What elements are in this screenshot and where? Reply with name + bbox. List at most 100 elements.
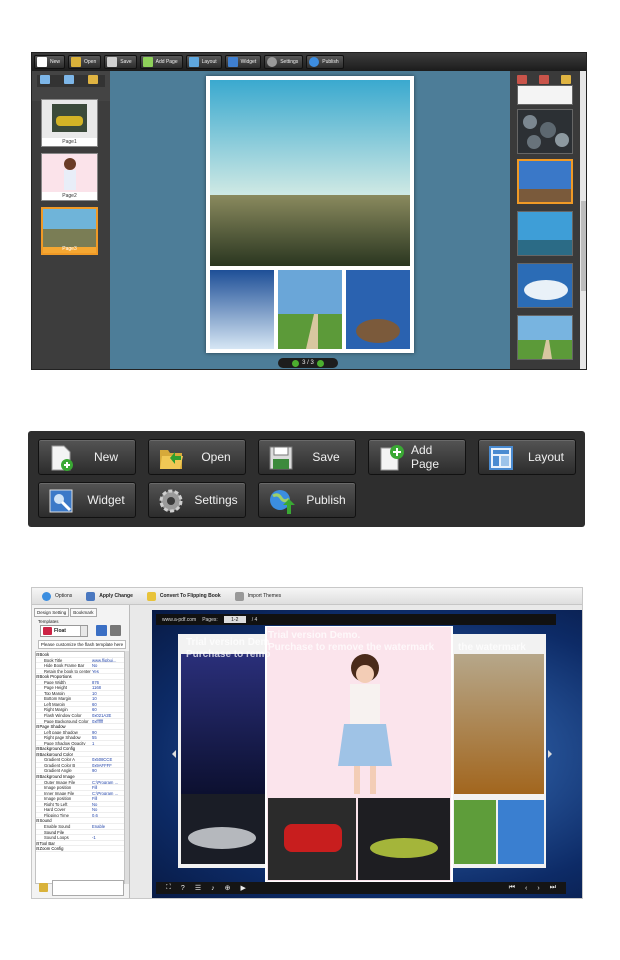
property-value[interactable]: 0x021A2E	[92, 713, 124, 718]
property-value[interactable]	[92, 830, 124, 835]
export-template-icon[interactable]	[110, 625, 121, 636]
page-preview[interactable]	[206, 76, 414, 353]
layout-button[interactable]: Layout	[478, 439, 576, 475]
next-page-icon[interactable]	[316, 359, 324, 367]
prev-page-icon[interactable]: ‹	[525, 885, 527, 892]
property-value[interactable]: 10	[92, 696, 124, 701]
apply-change-menu[interactable]: Apply Change	[86, 591, 133, 601]
fullscreen-icon[interactable]: ⛶	[166, 884, 171, 892]
page-thumb-2[interactable]: Page2	[41, 153, 98, 201]
property-value[interactable]: No	[92, 807, 124, 812]
convert-menu[interactable]: Convert To Flipping Book	[146, 591, 221, 601]
add-page-button[interactable]: Add Page	[368, 439, 466, 475]
last-page-icon[interactable]: ⏭	[550, 884, 556, 892]
property-value[interactable]: -1	[92, 835, 124, 840]
insert-page-icon[interactable]	[40, 75, 50, 84]
property-value[interactable]: 1	[92, 741, 124, 746]
library-image[interactable]	[517, 85, 573, 105]
folder-icon[interactable]	[561, 75, 571, 84]
widget-button[interactable]: Widget	[38, 482, 136, 518]
property-value[interactable]: Fill	[92, 785, 124, 790]
page-thumb-1[interactable]: Page1	[41, 99, 98, 147]
editor-save-button[interactable]: Save	[104, 55, 137, 69]
property-name: Inner Image File	[44, 790, 75, 796]
help-icon[interactable]: ?	[181, 885, 185, 892]
settings-button[interactable]: Settings	[148, 482, 246, 518]
property-value[interactable]: 90	[92, 730, 124, 735]
property-value[interactable]	[92, 846, 124, 851]
description-box[interactable]	[52, 880, 124, 896]
property-value[interactable]: Enable	[92, 824, 124, 829]
editor-layout-button[interactable]: Layout	[185, 55, 222, 69]
property-value[interactable]: 0x508CCE	[92, 757, 124, 762]
tab-bookmark[interactable]: Bookmark	[70, 608, 97, 617]
property-value[interactable]: 0x9AFFFF	[92, 763, 124, 768]
editor-new-button[interactable]: New	[34, 55, 66, 69]
library-image-sky[interactable]	[517, 211, 573, 256]
property-value[interactable]: 90	[92, 768, 124, 773]
sound-icon[interactable]: ♪	[211, 885, 215, 892]
next-page-icon[interactable]: ›	[537, 885, 539, 892]
library-scrollbar[interactable]	[580, 71, 586, 369]
first-page-icon[interactable]: ⏮	[509, 884, 515, 892]
edit-image-icon[interactable]	[539, 75, 549, 84]
page-thumb-3-selected[interactable]: Page3	[41, 207, 98, 255]
editor-settings-button[interactable]: Settings	[264, 55, 304, 69]
property-value[interactable]: C:\Program ...	[92, 780, 124, 785]
editor-widget-button[interactable]: Widget	[224, 55, 262, 69]
property-value[interactable]: No	[92, 802, 124, 807]
page-input[interactable]: 1-2	[223, 616, 246, 623]
property-value[interactable]: C:\Program ...	[92, 791, 124, 796]
property-scrollbar[interactable]	[125, 651, 129, 884]
open-button[interactable]: Open	[148, 439, 246, 475]
tab-design-setting[interactable]: Design Setting	[34, 608, 70, 617]
library-image-road[interactable]	[517, 315, 573, 360]
import-themes-menu[interactable]: Import Themes	[234, 591, 281, 601]
publish-button[interactable]: Publish	[258, 482, 356, 518]
property-value[interactable]: 876	[92, 680, 124, 685]
property-value[interactable]: No	[92, 663, 124, 668]
chevron-down-icon[interactable]	[80, 626, 87, 636]
new-button[interactable]: New	[38, 439, 136, 475]
property-value[interactable]	[92, 774, 124, 779]
library-image-selected[interactable]	[517, 159, 573, 204]
property-row[interactable]: ⊟Zoom Config	[36, 846, 124, 852]
property-value[interactable]: 55	[92, 735, 124, 740]
property-value[interactable]	[92, 841, 124, 846]
property-name: Page Shadow Opacity	[44, 740, 86, 746]
add-image-icon[interactable]	[517, 75, 527, 84]
property-value[interactable]: Fill	[92, 796, 124, 801]
library-image-stones[interactable]	[517, 109, 573, 154]
autoplay-icon[interactable]: ▶	[240, 884, 245, 892]
options-menu[interactable]: Options	[42, 591, 72, 601]
templates-label: Templates	[38, 619, 59, 624]
prev-page-icon[interactable]	[292, 359, 300, 367]
property-value[interactable]: 10	[92, 691, 124, 696]
property-value[interactable]	[92, 674, 124, 679]
insert-page-after-icon[interactable]	[64, 75, 74, 84]
editor-publish-button[interactable]: Publish	[306, 55, 344, 69]
thumbnails-icon[interactable]: ☰	[195, 884, 201, 892]
editor-add-page-button[interactable]: Add Page	[139, 55, 183, 69]
template-select[interactable]: Float	[40, 625, 88, 637]
save-template-icon[interactable]	[96, 625, 107, 636]
property-value[interactable]	[92, 818, 124, 823]
library-image-clouds[interactable]	[517, 263, 573, 308]
property-value[interactable]: www.flipbui...	[92, 658, 124, 663]
delete-page-icon[interactable]	[88, 75, 98, 84]
property-value[interactable]: 60	[92, 707, 124, 712]
property-value[interactable]	[92, 652, 124, 657]
editor-open-button[interactable]: Open	[68, 55, 102, 69]
zoom-icon[interactable]: ⊕	[225, 884, 231, 892]
property-value[interactable]: 60	[92, 702, 124, 707]
property-value[interactable]	[92, 724, 124, 729]
property-value[interactable]: 0.6	[92, 813, 124, 818]
scrollbar-thumb[interactable]	[581, 201, 586, 291]
girl-thumbnail	[42, 154, 97, 192]
property-value[interactable]: 1168	[92, 685, 124, 690]
property-value[interactable]: 0xffffff	[92, 719, 124, 724]
property-value[interactable]: Yes	[92, 669, 124, 674]
property-value[interactable]	[92, 752, 124, 757]
save-button[interactable]: Save	[258, 439, 356, 475]
property-value[interactable]	[92, 746, 124, 751]
